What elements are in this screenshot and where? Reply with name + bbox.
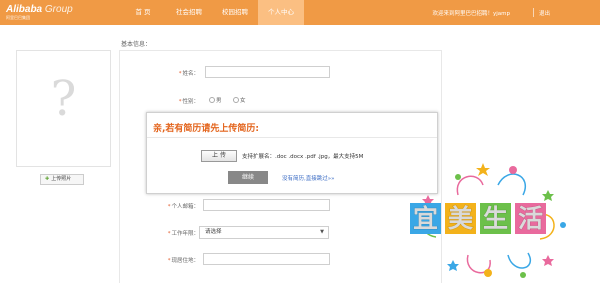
logo-brand: Alibaba Group xyxy=(6,5,73,15)
header-divider xyxy=(533,8,534,17)
welcome-text: 欢迎来到阿里巴巴招聘！yjamp xyxy=(432,11,510,17)
dialog-divider xyxy=(147,137,437,138)
upload-resume-dialog: 亲,若有简历请先上传简历: 上 传 支持扩展名：.doc .docx .pdf … xyxy=(146,112,438,194)
experience-select-value: 请选择 xyxy=(205,229,222,235)
email-input[interactable] xyxy=(203,199,330,211)
email-label: *个人邮箱： xyxy=(167,204,199,210)
name-input[interactable] xyxy=(205,66,330,78)
plus-icon: ✚ xyxy=(45,176,50,182)
current-city-label: *现居住地： xyxy=(167,258,199,264)
chevron-down-icon: ▼ xyxy=(320,229,324,235)
question-mark-icon: ? xyxy=(50,71,77,127)
logo-brand-text: Alibaba xyxy=(6,4,43,15)
name-label: *姓名： xyxy=(178,71,199,77)
skip-link[interactable]: 没有简历,直接跳过»» xyxy=(282,174,334,182)
logout-link[interactable]: 退出 xyxy=(539,9,550,17)
avatar-placeholder: ? xyxy=(16,50,111,167)
nav-home[interactable]: 首 页 xyxy=(120,0,166,25)
upload-resume-button[interactable]: 上 传 xyxy=(201,150,237,162)
watermark-char: 宜 xyxy=(410,203,441,234)
section-title: 基本信息： xyxy=(121,41,152,48)
watermark-char: 活 xyxy=(515,203,546,234)
logo-group-text: Group xyxy=(44,4,73,15)
watermark-char: 美 xyxy=(445,203,476,234)
current-city-input[interactable] xyxy=(203,253,330,265)
upload-photo-label: 上传照片 xyxy=(51,176,72,182)
watermark-text: 宜 美 生 活 xyxy=(410,203,546,234)
nav-personal-center[interactable]: 个人中心 xyxy=(258,0,304,25)
watermark-char: 生 xyxy=(480,203,511,234)
nav-social-recruitment[interactable]: 社会招聘 xyxy=(166,0,212,25)
file-support-hint: 支持扩展名：.doc .docx .pdf .jpg，最大支持5M xyxy=(242,154,364,160)
alibaba-logo[interactable]: Alibaba Group 阿里巴巴集团 xyxy=(6,5,73,21)
gender-male-radio[interactable]: 男 xyxy=(209,96,222,104)
nav-campus-recruitment[interactable]: 校园招聘 xyxy=(212,0,258,25)
upload-photo-button[interactable]: ✚ 上传照片 xyxy=(40,174,84,185)
experience-label: *工作年限： xyxy=(167,231,199,237)
gender-label: *性别： xyxy=(178,99,199,105)
continue-button[interactable]: 继续 xyxy=(228,171,268,184)
watermark-logo: 宜 美 生 活 xyxy=(398,155,573,283)
top-nav-bar: Alibaba Group 阿里巴巴集团 首 页 社会招聘 校园招聘 个人中心 … xyxy=(0,0,600,25)
gender-female-radio[interactable]: 女 xyxy=(233,96,246,104)
main-nav: 首 页 社会招聘 校园招聘 个人中心 xyxy=(120,0,304,25)
experience-select[interactable]: 请选择 ▼ xyxy=(199,226,329,239)
dialog-title: 亲,若有简历请先上传简历: xyxy=(153,124,260,134)
logo-subtitle: 阿里巴巴集团 xyxy=(6,15,30,20)
